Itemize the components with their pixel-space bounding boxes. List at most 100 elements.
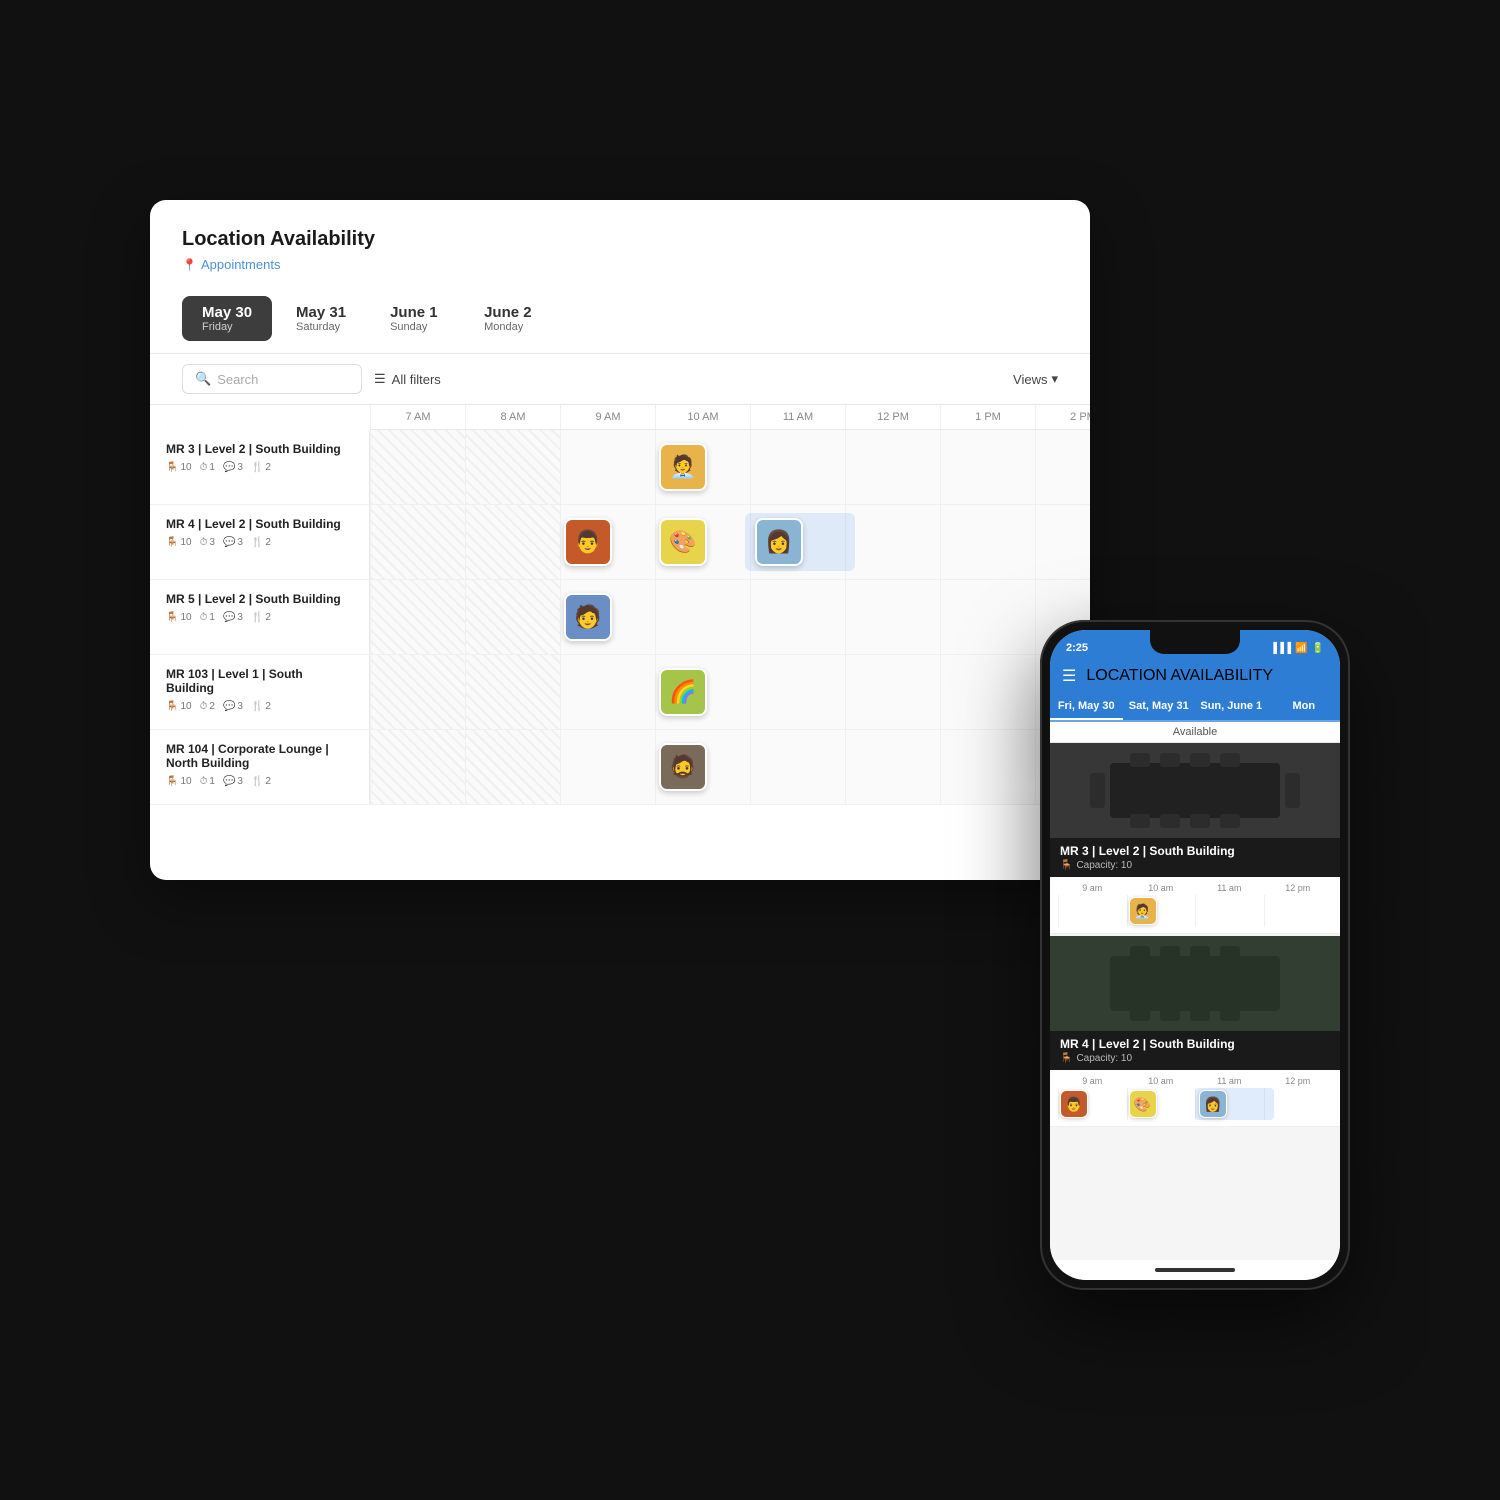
breadcrumb-label[interactable]: Appointments xyxy=(201,257,281,272)
time-col-4: 11 AM xyxy=(750,405,845,429)
phone-date-tabs: Fri, May 30 Sat, May 31 Sun, June 1 Mon xyxy=(1050,694,1340,722)
phone-room-capacity-1: 🪑 Capacity: 10 xyxy=(1060,1053,1330,1064)
ptl-0-1: 10 am xyxy=(1127,883,1196,893)
date-tab-2-date: June 1 xyxy=(390,304,440,321)
date-tabs: May 30 Friday May 31 Saturday June 1 Sun… xyxy=(150,284,1090,354)
room-row-0: MR 3 | Level 2 | South Building 🪑 10 ⏱ 1… xyxy=(150,430,1090,505)
date-tab-2[interactable]: June 1 Sunday xyxy=(370,296,460,341)
phone-room-info-bar-0: MR 3 | Level 2 | South Building 🪑 Capaci… xyxy=(1050,838,1340,877)
phone-timeline-header-0: 9 am 10 am 11 am 12 pm xyxy=(1058,883,1332,893)
room-row-2: MR 5 | Level 2 | South Building 🪑 10 ⏱ 1… xyxy=(150,580,1090,655)
time-col-7: 2 PM xyxy=(1035,405,1090,429)
phone-date-tab-2[interactable]: Sun, June 1 xyxy=(1195,694,1268,720)
phone-event-avatar-1c[interactable]: 👩 xyxy=(1199,1090,1227,1118)
phone-timeline-1: 9 am 10 am 11 am 12 pm xyxy=(1050,1070,1340,1127)
capacity-icon-1: 🪑 xyxy=(1060,1053,1072,1064)
room-attrs-2: 🪑 10 ⏱ 1 💬 3 🍴 2 xyxy=(166,612,353,623)
time-col-1: 8 AM xyxy=(465,405,560,429)
date-tab-0-date: May 30 xyxy=(202,304,252,321)
room-timeline-4: 🧔 xyxy=(370,730,1090,804)
date-tab-1-day: Saturday xyxy=(296,321,346,333)
calendar-area: 7 AM 8 AM 9 AM 10 AM 11 AM 12 PM 1 PM 2 … xyxy=(150,405,1090,805)
phone-date-tab-3[interactable]: Mon xyxy=(1268,694,1341,720)
time-col-6: 1 PM xyxy=(940,405,1035,429)
date-tab-1[interactable]: May 31 Saturday xyxy=(276,296,366,341)
chevron-down-icon: ▾ xyxy=(1051,371,1058,387)
time-header: 7 AM 8 AM 9 AM 10 AM 11 AM 12 PM 1 PM 2 … xyxy=(370,405,1090,430)
room-name-1: MR 4 | Level 2 | South Building xyxy=(166,517,353,531)
ptl-1-0: 9 am xyxy=(1058,1076,1127,1086)
capacity-text-0: Capacity: 10 xyxy=(1076,860,1132,871)
room-timeline-2: 🧑 xyxy=(370,580,1090,654)
room-attrs-1: 🪑 10 ⏱ 3 💬 3 🍴 2 xyxy=(166,537,353,548)
room-row-3: MR 103 | Level 1 | South Building 🪑 10 ⏱… xyxy=(150,655,1090,730)
views-button[interactable]: Views ▾ xyxy=(1013,371,1058,387)
battery-icon: 🔋 xyxy=(1312,643,1324,654)
room-info-1: MR 4 | Level 2 | South Building 🪑 10 ⏱ 3… xyxy=(150,505,370,579)
event-avatar-r0[interactable]: 🧑‍💼 xyxy=(659,443,707,491)
ptl-0-2: 11 am xyxy=(1195,883,1264,893)
breadcrumb[interactable]: 📍 Appointments xyxy=(182,257,1058,272)
location-icon: 📍 xyxy=(182,258,197,272)
toolbar-left: 🔍 Search ☰ All filters xyxy=(182,364,441,394)
date-tab-0-day: Friday xyxy=(202,321,252,333)
phone-room-card-1[interactable]: MR 4 | Level 2 | South Building 🪑 Capaci… xyxy=(1050,936,1340,1127)
date-tab-0[interactable]: May 30 Friday xyxy=(182,296,272,341)
filter-label: All filters xyxy=(392,372,441,387)
room-attr-chat: 💬 3 xyxy=(223,462,243,473)
phone-timeline-row-0: 🧑‍💼 xyxy=(1058,895,1332,927)
phone-room-bg-0 xyxy=(1050,743,1340,838)
time-col-3: 10 AM xyxy=(655,405,750,429)
menu-icon[interactable]: ☰ xyxy=(1062,666,1076,686)
phone-room-title-1: MR 4 | Level 2 | South Building xyxy=(1060,1037,1330,1051)
phone-date-label-1: Sat, May 31 xyxy=(1125,700,1194,712)
phone-event-avatar-1a[interactable]: 👨 xyxy=(1060,1090,1088,1118)
card-header: Location Availability 📍 Appointments xyxy=(150,228,1090,284)
phone-timeline-row-1: 👨 🎨 👩 xyxy=(1058,1088,1332,1120)
phone-room-capacity-0: 🪑 Capacity: 10 xyxy=(1060,860,1330,871)
room-timeline-1: 👨 🎨 👩 xyxy=(370,505,1090,579)
phone-status-icons: ▐▐▐ 📶 🔋 xyxy=(1270,643,1324,654)
phone-date-tab-0[interactable]: Fri, May 30 xyxy=(1050,694,1123,720)
phone-room-title-0: MR 3 | Level 2 | South Building xyxy=(1060,844,1330,858)
phone-room-info-bar-1: MR 4 | Level 2 | South Building 🪑 Capaci… xyxy=(1050,1031,1340,1070)
event-avatar-r1b[interactable]: 🎨 xyxy=(659,518,707,566)
phone-content: Available xyxy=(1050,722,1340,1260)
event-avatar-r2[interactable]: 🧑 xyxy=(564,593,612,641)
room-info-0: MR 3 | Level 2 | South Building 🪑 10 ⏱ 1… xyxy=(150,430,370,504)
time-col-5: 12 PM xyxy=(845,405,940,429)
event-avatar-r1c[interactable]: 👩 xyxy=(755,518,803,566)
room-attr-time: ⏱ 1 xyxy=(200,462,215,473)
date-tab-3[interactable]: June 2 Monday xyxy=(464,296,554,341)
phone-wrapper: 2:25 ▐▐▐ 📶 🔋 ☰ LOCATION AVAILABILITY Fri… xyxy=(1040,620,1350,1300)
filter-button[interactable]: ☰ All filters xyxy=(374,371,441,387)
rooms-grid: MR 3 | Level 2 | South Building 🪑 10 ⏱ 1… xyxy=(150,430,1090,805)
phone-screen: 2:25 ▐▐▐ 📶 🔋 ☰ LOCATION AVAILABILITY Fri… xyxy=(1050,630,1340,1280)
event-avatar-r1a[interactable]: 👨 xyxy=(564,518,612,566)
room-row-1: MR 4 | Level 2 | South Building 🪑 10 ⏱ 3… xyxy=(150,505,1090,580)
room-info-3: MR 103 | Level 1 | South Building 🪑 10 ⏱… xyxy=(150,655,370,729)
date-tab-1-date: May 31 xyxy=(296,304,346,321)
room-attr-food: 🍴 2 xyxy=(251,462,271,473)
signal-icon: ▐▐▐ xyxy=(1270,643,1291,654)
phone-date-tab-1[interactable]: Sat, May 31 xyxy=(1123,694,1196,720)
room-attrs-0: 🪑 10 ⏱ 1 💬 3 🍴 2 xyxy=(166,462,353,473)
room-name-2: MR 5 | Level 2 | South Building xyxy=(166,592,353,606)
phone-room-card-0[interactable]: MR 3 | Level 2 | South Building 🪑 Capaci… xyxy=(1050,743,1340,934)
event-avatar-r4[interactable]: 🧔 xyxy=(659,743,707,791)
ptl-0-3: 12 pm xyxy=(1264,883,1333,893)
search-box[interactable]: 🔍 Search xyxy=(182,364,362,394)
event-avatar-r3[interactable]: 🌈 xyxy=(659,668,707,716)
date-tab-3-day: Monday xyxy=(484,321,534,333)
room-name-3: MR 103 | Level 1 | South Building xyxy=(166,667,353,695)
time-col-2: 9 AM xyxy=(560,405,655,429)
phone-event-avatar-1b[interactable]: 🎨 xyxy=(1129,1090,1157,1118)
phone-notch xyxy=(1150,630,1240,654)
time-col-0: 7 AM xyxy=(370,405,465,429)
room-attrs-3: 🪑 10 ⏱ 2 💬 3 🍴 2 xyxy=(166,701,353,712)
phone-home-bar xyxy=(1050,1260,1340,1280)
room-info-4: MR 104 | Corporate Lounge | North Buildi… xyxy=(150,730,370,804)
room-name-4: MR 104 | Corporate Lounge | North Buildi… xyxy=(166,742,353,770)
available-badge: Available xyxy=(1050,722,1340,743)
phone-event-avatar-0[interactable]: 🧑‍💼 xyxy=(1129,897,1157,925)
